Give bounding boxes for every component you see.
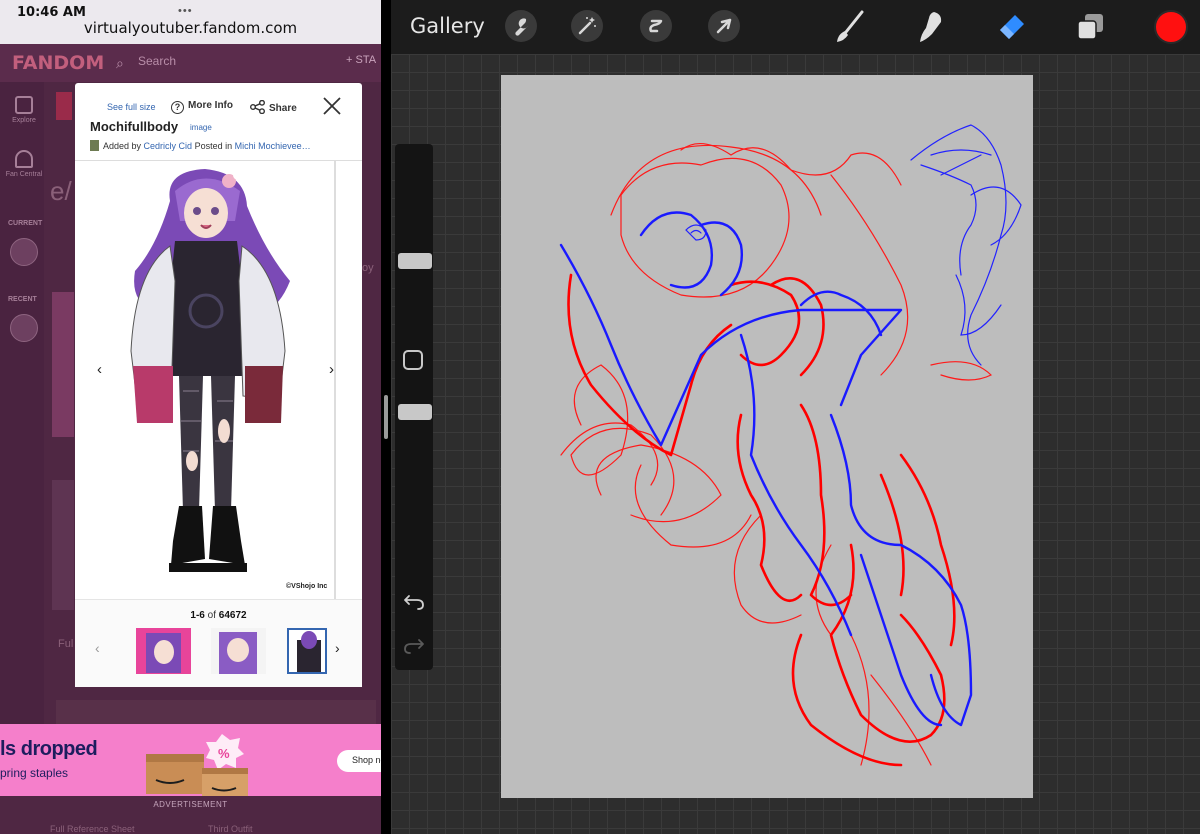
next-image-icon[interactable]: › bbox=[329, 361, 334, 378]
counter-of: of bbox=[207, 610, 216, 621]
wrench-icon bbox=[515, 18, 528, 36]
question-icon: ? bbox=[171, 101, 184, 114]
close-icon[interactable] bbox=[321, 95, 343, 117]
adjustments-button[interactable] bbox=[571, 10, 603, 42]
share-label: Share bbox=[269, 103, 297, 114]
rail-explore[interactable]: Explore bbox=[4, 96, 44, 124]
background-title-fragment: e/ bbox=[50, 176, 72, 206]
rail-current-heading: CURRENT bbox=[8, 220, 43, 227]
color-picker-button[interactable] bbox=[1154, 10, 1188, 44]
previous-image-icon[interactable]: ‹ bbox=[97, 361, 102, 378]
background-caption-fragment: Full Reference Sheet bbox=[50, 824, 135, 834]
lightbox-filmstrip: 1-6 of 64672 ‹ › bbox=[75, 599, 362, 687]
uploader-link[interactable]: Cedricly Cid bbox=[144, 141, 193, 151]
file-icon bbox=[90, 140, 99, 151]
smudge-icon[interactable] bbox=[912, 8, 948, 46]
rocket-icon bbox=[15, 150, 33, 168]
shipping-boxes-icon: % bbox=[146, 734, 248, 796]
undo-icon[interactable] bbox=[401, 590, 427, 612]
image-scrollbar[interactable] bbox=[334, 161, 336, 599]
fandom-side-rail bbox=[0, 82, 44, 734]
share-button[interactable]: Share bbox=[250, 99, 297, 115]
rail-fan-central-label: Fan Central bbox=[5, 171, 43, 178]
image-attribution: Added by Cedricly Cid Posted in Michi Mo… bbox=[90, 140, 355, 151]
eraser-icon[interactable] bbox=[993, 8, 1029, 46]
filmstrip-thumbnail[interactable] bbox=[211, 628, 266, 674]
brush-icon[interactable] bbox=[832, 8, 868, 46]
image-lightbox: See full size ? More Info Share Mochifull… bbox=[75, 83, 362, 687]
procreate-sidebar bbox=[395, 144, 433, 670]
start-wiki-button[interactable]: + STA bbox=[346, 54, 376, 66]
search-icon[interactable]: ⌕ bbox=[116, 55, 124, 72]
image-type-label: image bbox=[190, 123, 212, 132]
posted-in-page-link[interactable]: Michi Mochievee… bbox=[235, 141, 311, 151]
explore-icon bbox=[15, 96, 33, 114]
background-logo bbox=[56, 92, 72, 120]
status-time: 10:46 AM bbox=[17, 5, 86, 20]
split-view-handle[interactable] bbox=[384, 395, 388, 439]
background-caption-fragment: Ful bbox=[58, 638, 74, 650]
character-image bbox=[75, 161, 362, 599]
background-tab-fragment: oy bbox=[362, 262, 374, 274]
ad-title: ls dropped bbox=[0, 738, 98, 760]
drawing-canvas[interactable] bbox=[501, 75, 1033, 798]
brush-size-slider[interactable] bbox=[397, 148, 432, 323]
image-counter: 1-6 of 64672 bbox=[75, 610, 362, 621]
magic-wand-icon bbox=[578, 17, 596, 35]
background-thumbnail bbox=[52, 480, 74, 610]
ad-subtitle: pring staples bbox=[0, 766, 69, 780]
actions-button[interactable] bbox=[505, 10, 537, 42]
more-info-button[interactable]: ? More Info bbox=[171, 100, 233, 114]
more-info-label: More Info bbox=[188, 100, 233, 111]
filmstrip-prev-icon[interactable]: ‹ bbox=[95, 640, 100, 656]
transform-arrow-icon bbox=[716, 18, 732, 34]
advertisement-label: ADVERTISEMENT bbox=[153, 800, 228, 809]
brush-size-thumb[interactable] bbox=[398, 253, 432, 269]
layers-icon[interactable] bbox=[1073, 8, 1109, 46]
recent-wiki-avatar[interactable] bbox=[10, 314, 38, 342]
gallery-button[interactable]: Gallery bbox=[410, 14, 485, 38]
background-gallery-strip bbox=[56, 700, 376, 724]
posted-in-label: Posted in bbox=[194, 141, 233, 151]
url-field[interactable]: virtualyoutuber.fandom.com bbox=[0, 19, 381, 37]
redo-icon[interactable] bbox=[401, 634, 427, 656]
image-credit: ©VShojo Inc bbox=[286, 583, 328, 590]
share-icon bbox=[250, 99, 265, 115]
counter-total: 64672 bbox=[218, 610, 247, 621]
screen: FANDOM ⌕ Search + STA Explore Fan Centra… bbox=[0, 0, 1200, 834]
filmstrip-next-icon[interactable]: › bbox=[335, 640, 340, 656]
transform-button[interactable] bbox=[708, 10, 740, 42]
rail-recent-heading: RECENT bbox=[8, 296, 37, 303]
shop-now-button[interactable]: Shop no bbox=[337, 750, 381, 772]
multitasking-dots-icon[interactable]: ••• bbox=[178, 5, 193, 17]
selection-icon bbox=[649, 19, 663, 33]
ad-banner[interactable]: ls dropped pring staples % Shop no bbox=[0, 724, 381, 796]
rail-explore-label: Explore bbox=[12, 117, 36, 124]
filmstrip-thumbnail-selected[interactable] bbox=[287, 628, 327, 674]
sketch-strokes bbox=[559, 124, 1022, 767]
modify-button[interactable] bbox=[403, 350, 423, 370]
filmstrip-thumbnail[interactable] bbox=[136, 628, 191, 674]
background-caption-fragment: Third Outfit bbox=[208, 824, 253, 834]
safari-split-view: FANDOM ⌕ Search + STA Explore Fan Centra… bbox=[0, 0, 381, 834]
safari-address-bar[interactable]: 10:46 AM ••• virtualyoutuber.fandom.com bbox=[0, 0, 381, 44]
current-wiki-avatar[interactable] bbox=[10, 238, 38, 266]
opacity-thumb[interactable] bbox=[398, 404, 432, 420]
fandom-search-input[interactable]: Search bbox=[138, 54, 176, 68]
background-thumbnail bbox=[52, 292, 74, 437]
see-full-size-link[interactable]: See full size bbox=[107, 102, 156, 112]
image-title: Mochifullbody bbox=[90, 119, 179, 134]
selection-button[interactable] bbox=[640, 10, 672, 42]
fandom-logo[interactable]: FANDOM bbox=[12, 52, 104, 74]
svg-text:%: % bbox=[218, 746, 230, 761]
opacity-slider[interactable] bbox=[397, 378, 432, 553]
added-by-label: Added by bbox=[103, 141, 142, 151]
counter-range: 1-6 bbox=[190, 610, 205, 621]
rail-fan-central[interactable]: Fan Central bbox=[4, 150, 44, 178]
